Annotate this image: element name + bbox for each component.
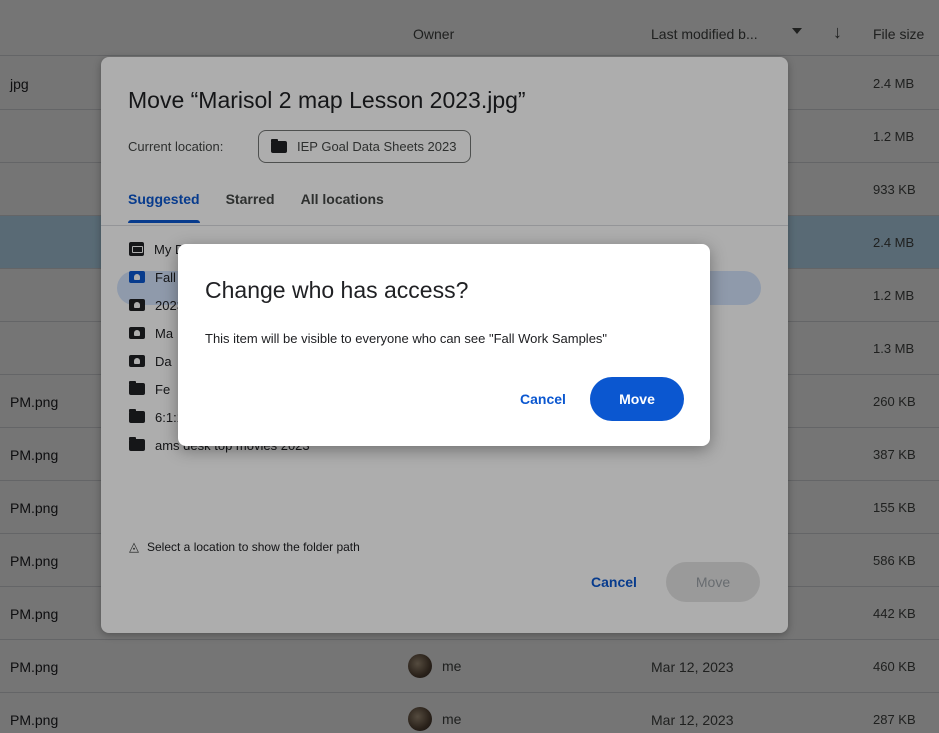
change-access-move-button[interactable]: Move xyxy=(590,377,684,421)
change-access-message: This item will be visible to everyone wh… xyxy=(205,331,608,346)
change-access-cancel-button[interactable]: Cancel xyxy=(506,377,580,421)
change-access-dialog: Change who has access? This item will be… xyxy=(178,244,710,446)
change-access-title: Change who has access? xyxy=(205,277,469,303)
